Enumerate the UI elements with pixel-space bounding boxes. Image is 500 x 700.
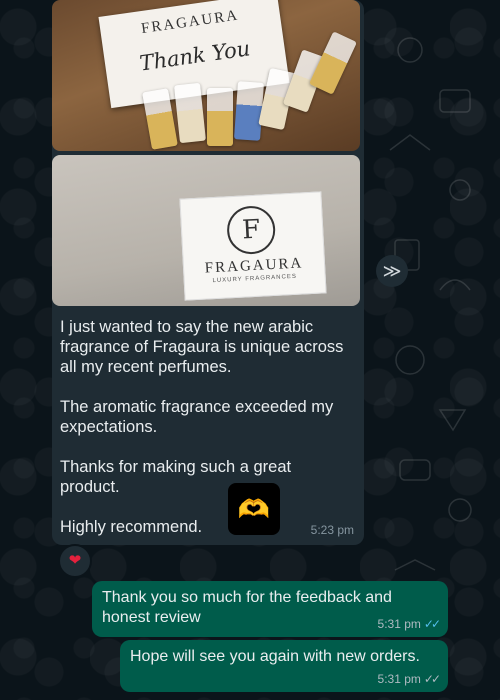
heart-hands-emoji-icon: 🫶 — [228, 483, 280, 535]
incoming-message-bubble[interactable]: FRAGAURA Thank You F FRAGAURA LUXURY FRA… — [52, 0, 364, 545]
outgoing-message-time: 5:31 pm — [377, 617, 421, 631]
perfume-bottle — [207, 88, 233, 146]
photo-thank-you-card[interactable]: FRAGAURA Thank You — [52, 0, 360, 151]
outgoing-message-text: Thank you so much for the feedback and h… — [102, 589, 392, 626]
box-label: F FRAGAURA LUXURY FRAGRANCES — [179, 191, 327, 301]
forward-icon[interactable]: ≫ — [376, 255, 408, 287]
read-ticks-icon: ✓✓ — [423, 617, 441, 631]
perfume-bottle — [234, 81, 264, 141]
outgoing-message-text: Hope will see you again with new orders. — [130, 648, 420, 665]
wallpaper-doodles — [389, 37, 472, 571]
outgoing-message-bubble[interactable]: Hope will see you again with new orders.… — [120, 640, 448, 692]
outgoing-message-meta: 5:31 pm ✓✓ — [377, 672, 441, 686]
delivered-ticks-icon: ✓✓ — [423, 672, 441, 686]
heart-reaction-icon[interactable]: ❤ — [58, 544, 92, 578]
outgoing-message-meta: 5:31 pm ✓✓ — [377, 617, 441, 631]
outgoing-message-bubble[interactable]: Thank you so much for the feedback and h… — [92, 581, 448, 637]
incoming-message-text: I just wanted to say the new arabic frag… — [60, 318, 344, 536]
incoming-message-time: 5:23 pm — [310, 523, 354, 537]
outgoing-message-time: 5:31 pm — [377, 672, 421, 686]
fragaura-logo: F — [225, 204, 277, 256]
photo-fragaura-box[interactable]: F FRAGAURA LUXURY FRAGRANCES — [52, 155, 360, 306]
